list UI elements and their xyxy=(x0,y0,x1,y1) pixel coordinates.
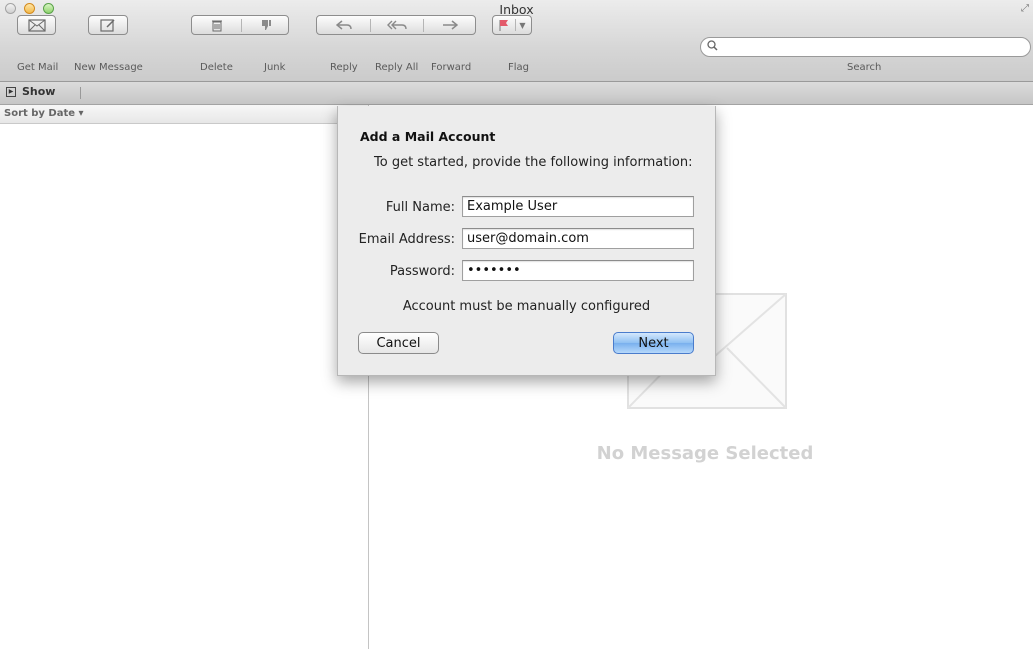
message-list[interactable] xyxy=(0,124,368,649)
password-label: Password: xyxy=(389,264,455,279)
junk-label: Junk xyxy=(264,62,286,73)
dialog-subtitle: To get started, provide the following in… xyxy=(374,155,693,170)
delete-button[interactable] xyxy=(192,16,241,34)
reply-group xyxy=(316,15,476,35)
dialog-title: Add a Mail Account xyxy=(360,129,496,144)
full-name-label: Full Name: xyxy=(385,200,455,215)
delete-label: Delete xyxy=(200,62,233,73)
play-icon: ▶ xyxy=(6,86,16,97)
flag-icon xyxy=(499,19,509,31)
cancel-button[interactable]: Cancel xyxy=(358,332,439,354)
email-label: Email Address: xyxy=(358,232,455,247)
divider xyxy=(80,87,81,99)
divider xyxy=(515,19,517,31)
forward-label: Forward xyxy=(431,62,472,73)
favorites-bar: ▶ Show xyxy=(0,82,1033,105)
delete-junk-group xyxy=(191,15,289,35)
manual-config-note: Account must be manually configured xyxy=(402,299,651,314)
full-name-field[interactable] xyxy=(462,196,694,217)
search-label: Search xyxy=(847,62,882,73)
reply-label: Reply xyxy=(330,62,358,73)
junk-button[interactable] xyxy=(242,16,289,34)
toolbar: Inbox ⤢ Get Mail New Message Delete Junk… xyxy=(0,0,1033,82)
flag-button[interactable]: ▼ xyxy=(492,15,532,35)
password-field[interactable] xyxy=(462,260,694,281)
chevron-down-icon[interactable]: ▼ xyxy=(519,21,525,30)
sort-by-date-button[interactable]: Sort by Date ▾ xyxy=(4,108,84,119)
search-field[interactable] xyxy=(700,37,1031,57)
add-account-dialog: Add a Mail Account To get started, provi… xyxy=(337,106,716,376)
reply-icon xyxy=(335,20,352,30)
trash-icon xyxy=(211,20,222,31)
flag-label: Flag xyxy=(508,62,530,73)
email-field[interactable] xyxy=(462,228,694,249)
envelope-icon xyxy=(27,18,46,32)
reply-all-icon xyxy=(387,20,407,30)
no-message-selected-text: No Message Selected xyxy=(596,443,814,464)
get-mail-button[interactable] xyxy=(17,15,56,35)
thumbs-down-icon xyxy=(261,20,271,30)
sort-bar: Sort by Date ▾ xyxy=(0,105,368,124)
search-input[interactable] xyxy=(721,40,1025,56)
compose-icon xyxy=(100,19,115,32)
show-mailboxes-button[interactable]: ▶ Show xyxy=(6,85,55,98)
fullscreen-icon[interactable]: ⤢ xyxy=(1021,3,1029,14)
reply-button[interactable] xyxy=(317,16,370,34)
forward-icon xyxy=(443,20,458,30)
next-button[interactable]: Next xyxy=(613,332,694,354)
show-label: Show xyxy=(22,85,56,98)
reply-all-label: Reply All xyxy=(375,62,419,73)
new-message-label: New Message xyxy=(74,62,143,73)
forward-button[interactable] xyxy=(424,16,476,34)
new-message-button[interactable] xyxy=(88,15,128,35)
reply-all-button[interactable] xyxy=(371,16,423,34)
search-icon xyxy=(707,40,718,54)
get-mail-label: Get Mail xyxy=(17,62,59,73)
